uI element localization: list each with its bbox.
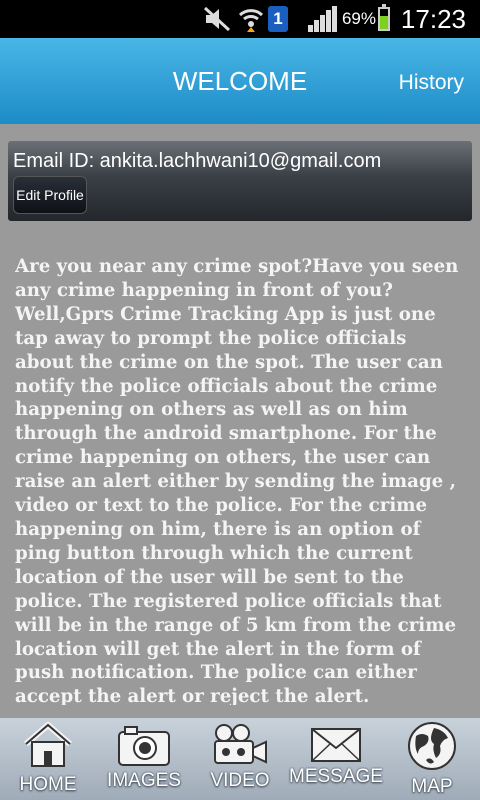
signal-icon	[308, 6, 338, 32]
title-bar: WELCOME History	[0, 38, 480, 124]
home-icon	[24, 722, 72, 767]
camera-icon	[118, 726, 170, 766]
mute-icon	[203, 6, 231, 32]
tab-map[interactable]: MAP	[384, 718, 480, 800]
tab-video[interactable]: VIDEO	[192, 718, 288, 800]
bottom-tab-bar: HOME IMAGES VIDEO MESSAGE MAP	[0, 718, 480, 800]
envelope-icon	[311, 728, 361, 762]
tab-message[interactable]: MESSAGE	[288, 718, 384, 800]
tab-images-label: IMAGES	[107, 770, 181, 791]
tab-images[interactable]: IMAGES	[96, 718, 192, 800]
globe-icon	[408, 722, 456, 770]
battery-icon	[378, 4, 390, 31]
profile-panel: Email ID: ankita.lachhwani10@gmail.com E…	[8, 141, 472, 221]
clock: 17:23	[400, 3, 466, 34]
battery-percent: 69%	[341, 9, 376, 28]
wifi-icon	[238, 9, 264, 32]
tab-map-label: MAP	[411, 776, 453, 797]
video-camera-icon	[214, 724, 267, 764]
tab-message-label: MESSAGE	[289, 766, 383, 787]
email-label: Email ID: ankita.lachhwani10@gmail.com	[13, 150, 382, 172]
app-description: Are you near any crime spot?Have you see…	[15, 256, 459, 705]
edit-profile-button[interactable]: Edit Profile	[13, 176, 87, 214]
sim-icon: 1	[268, 6, 288, 32]
status-bar: 1 69% 17:23	[0, 0, 480, 38]
tab-home[interactable]: HOME	[0, 718, 96, 800]
tab-home-label: HOME	[19, 774, 77, 795]
tab-video-label: VIDEO	[210, 770, 270, 791]
history-button[interactable]: History	[399, 71, 464, 95]
